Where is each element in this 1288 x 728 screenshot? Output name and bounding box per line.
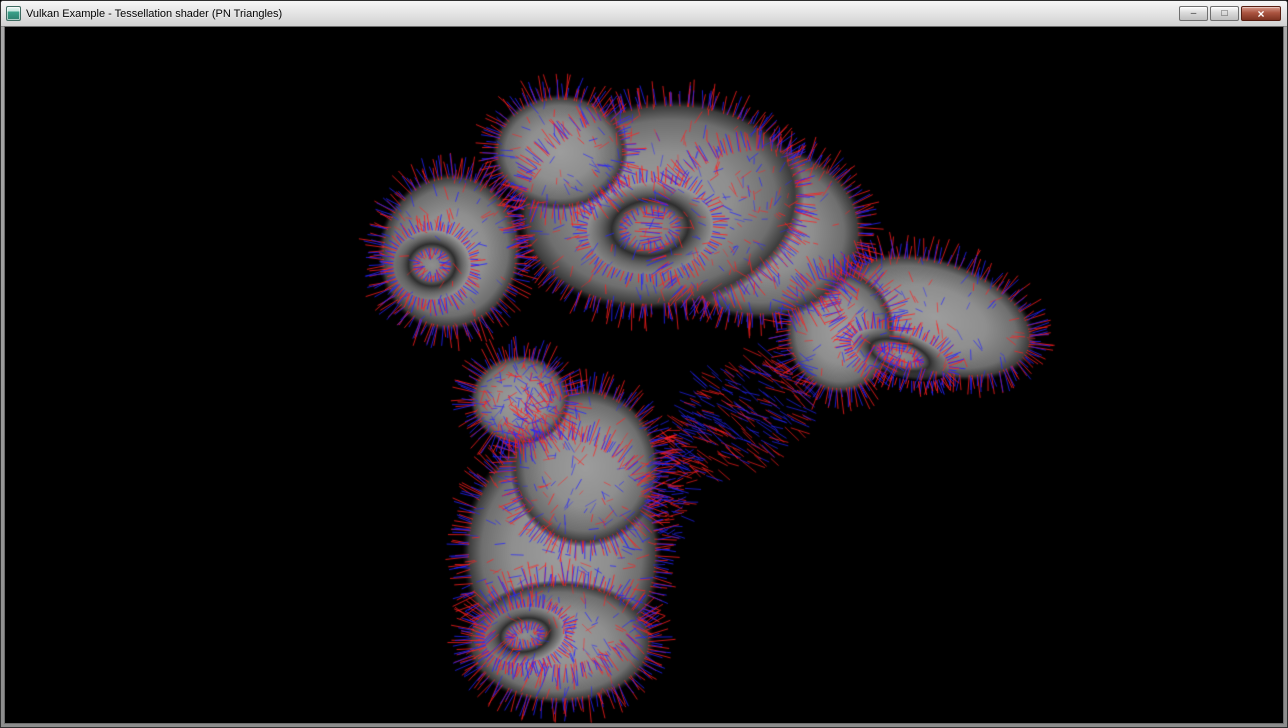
minimize-button[interactable]: – <box>1179 6 1208 21</box>
viewport-canvas[interactable] <box>5 27 1283 723</box>
close-button[interactable]: × <box>1241 6 1281 21</box>
maximize-button[interactable]: □ <box>1210 6 1239 21</box>
app-window: Vulkan Example - Tessellation shader (PN… <box>0 0 1288 728</box>
window-title: Vulkan Example - Tessellation shader (PN… <box>26 8 1177 20</box>
window-resize-border[interactable] <box>1 27 1287 727</box>
title-bar[interactable]: Vulkan Example - Tessellation shader (PN… <box>1 1 1287 27</box>
window-controls: – □ × <box>1177 6 1281 21</box>
app-icon[interactable] <box>6 6 21 21</box>
